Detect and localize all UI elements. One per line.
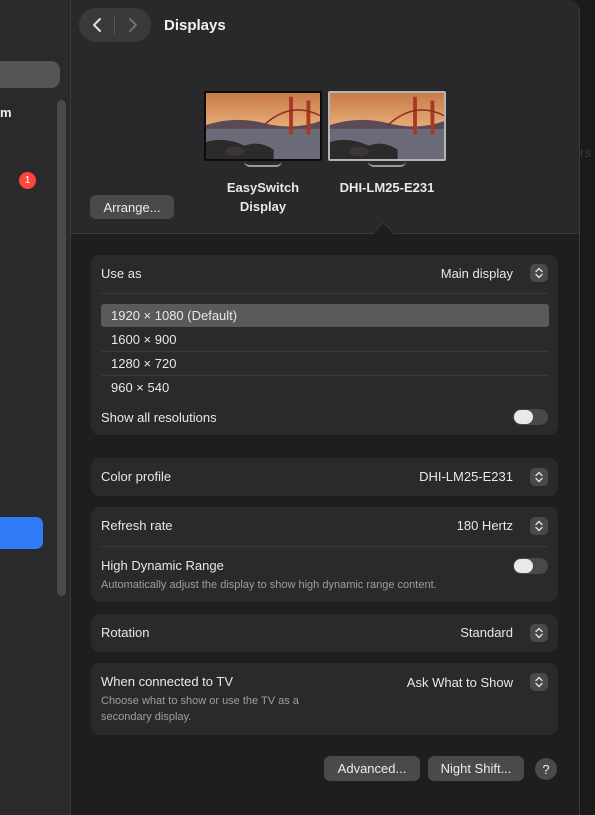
chevron-right-icon xyxy=(129,18,137,32)
divider xyxy=(101,293,548,294)
navigation-buttons xyxy=(79,8,151,42)
resolution-card: Use as Main display 1920 × 1080 (Default… xyxy=(91,255,558,435)
hdr-toggle[interactable] xyxy=(513,558,548,574)
display-thumbnail-dhi[interactable] xyxy=(328,91,446,167)
show-all-resolutions-label: Show all resolutions xyxy=(101,410,217,425)
hdr-label: High Dynamic Range xyxy=(101,558,224,573)
color-profile-value[interactable]: DHI-LM25-E231 xyxy=(419,469,513,484)
rotation-value[interactable]: Standard xyxy=(460,625,513,640)
page-title: Displays xyxy=(164,17,226,34)
display-label-dhi[interactable]: DHI-LM25-E231 xyxy=(327,178,447,197)
chevron-up-down-icon xyxy=(535,627,543,639)
color-profile-label: Color profile xyxy=(101,469,172,484)
display-name-line1: DHI-LM25-E231 xyxy=(339,180,435,195)
divider xyxy=(101,546,548,547)
chevron-up-down-icon xyxy=(535,676,543,688)
resolution-option[interactable]: 960 × 540 xyxy=(101,376,549,399)
tv-description-line1: Choose what to show or use the TV as a xyxy=(101,695,299,707)
color-profile-card: Color profile DHI-LM25-E231 xyxy=(91,458,558,496)
monitor-stand xyxy=(244,161,282,167)
resolution-option-selected[interactable]: 1920 × 1080 (Default) xyxy=(101,304,549,327)
wallpaper-thumbnail-image xyxy=(328,91,446,161)
displays-pane: Displays EasySwitch Display DHI-LM25-E23… xyxy=(70,0,580,815)
rotation-label: Rotation xyxy=(101,625,150,640)
help-button[interactable]: ? xyxy=(535,758,557,780)
display-thumbnail-easyswitch[interactable] xyxy=(204,91,322,167)
arrange-button[interactable]: Arrange... xyxy=(90,195,174,219)
sidebar-account-label[interactable]: m xyxy=(0,105,12,120)
refresh-rate-value[interactable]: 180 Hertz xyxy=(457,518,513,533)
rotation-popup-button[interactable] xyxy=(530,624,548,642)
sidebar-scrollbar[interactable] xyxy=(57,100,66,596)
use-as-label: Use as xyxy=(101,266,142,281)
toggle-knob xyxy=(514,410,533,424)
display-label-easyswitch[interactable]: EasySwitch Display xyxy=(213,178,313,216)
advanced-button[interactable]: Advanced... xyxy=(324,756,420,781)
tv-description-line2: secondary display. xyxy=(101,711,192,723)
back-button[interactable] xyxy=(79,8,115,42)
refresh-rate-popup-button[interactable] xyxy=(530,517,548,535)
chevron-left-icon xyxy=(93,18,101,32)
monitor-stand xyxy=(368,161,406,167)
chevron-up-down-icon xyxy=(535,471,543,483)
notification-badge: 1 xyxy=(19,172,36,189)
refresh-rate-label: Refresh rate xyxy=(101,518,173,533)
hdr-description: Automatically adjust the display to show… xyxy=(101,579,437,591)
tv-label: When connected to TV xyxy=(101,674,234,689)
background-window-edge: rs xyxy=(578,0,595,815)
display-name-line2: Display xyxy=(239,199,287,214)
display-name-line1: EasySwitch xyxy=(226,180,300,195)
display-arrangement-area: Displays EasySwitch Display DHI-LM25-E23… xyxy=(71,0,579,234)
color-profile-popup-button[interactable] xyxy=(530,468,548,486)
rotation-card: Rotation Standard xyxy=(91,614,558,652)
sidebar-item-displays-selected[interactable] xyxy=(0,517,43,549)
chevron-up-down-icon xyxy=(535,520,543,532)
forward-button[interactable] xyxy=(115,8,151,42)
toggle-knob xyxy=(514,559,533,573)
wallpaper-thumbnail-image xyxy=(204,91,322,161)
use-as-value[interactable]: Main display xyxy=(441,266,513,281)
chevron-up-down-icon xyxy=(535,267,543,279)
background-window-text: rs xyxy=(580,145,591,160)
use-as-popup-button[interactable] xyxy=(530,264,548,282)
tv-popup-button[interactable] xyxy=(530,673,548,691)
show-all-resolutions-toggle[interactable] xyxy=(513,409,548,425)
tv-card: When connected to TV Choose what to show… xyxy=(91,663,558,735)
sidebar: m 1 xyxy=(0,0,70,815)
night-shift-button[interactable]: Night Shift... xyxy=(428,756,524,781)
sidebar-search-field[interactable] xyxy=(0,61,60,88)
resolution-option[interactable]: 1600 × 900 xyxy=(101,328,549,351)
resolution-option[interactable]: 1280 × 720 xyxy=(101,352,549,375)
tv-value[interactable]: Ask What to Show xyxy=(407,675,513,690)
refresh-hdr-card: Refresh rate 180 Hertz High Dynamic Rang… xyxy=(91,507,558,602)
